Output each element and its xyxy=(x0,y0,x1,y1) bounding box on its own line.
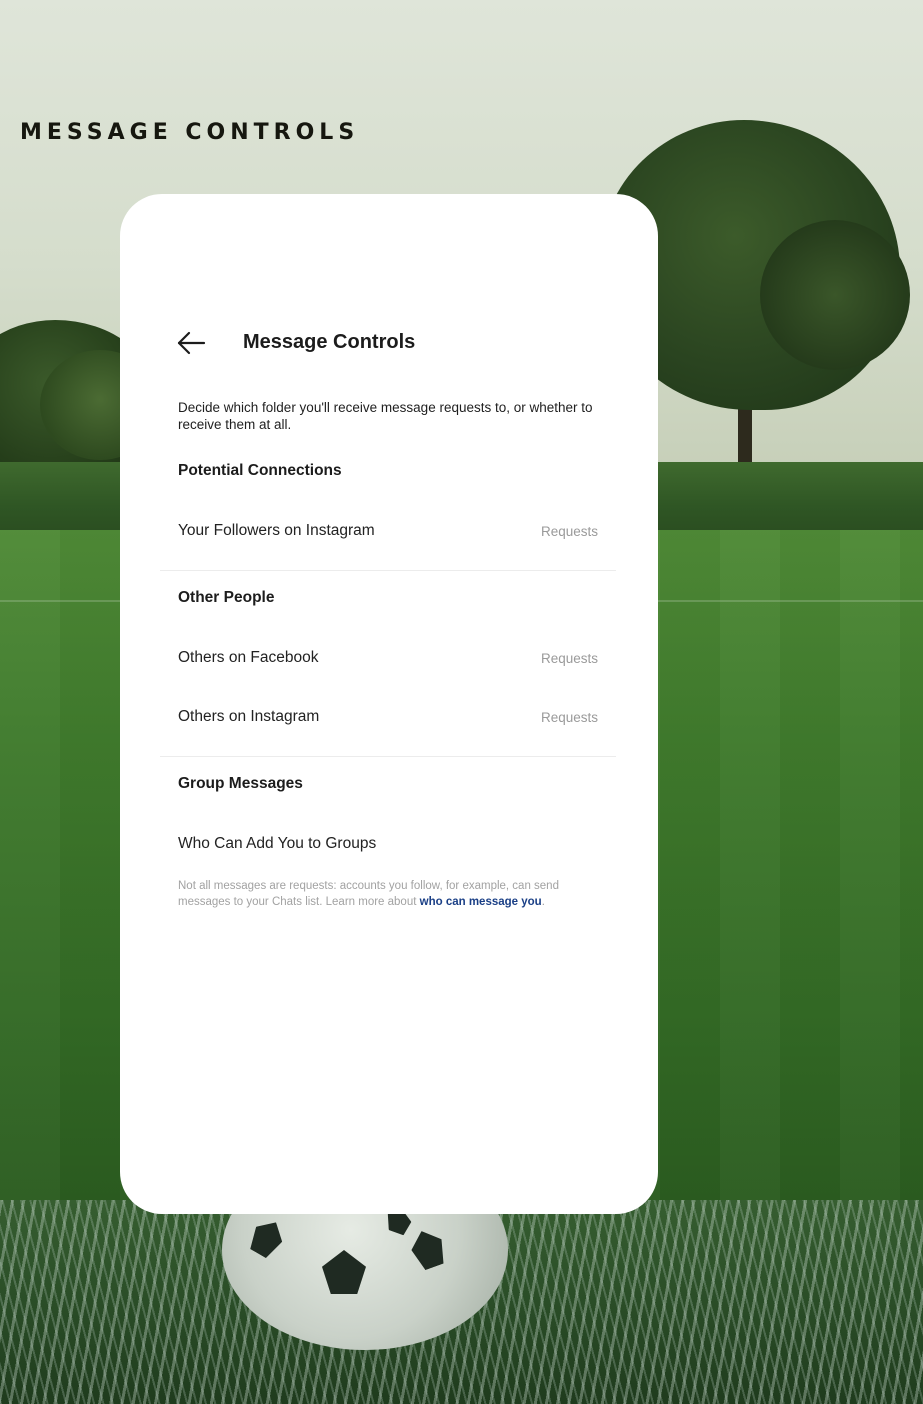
ball-panel xyxy=(406,1226,449,1273)
row-label: Your Followers on Instagram xyxy=(178,522,375,539)
ball-panel xyxy=(245,1215,289,1261)
screen-title: Message Controls xyxy=(243,331,416,353)
screen-description: Decide which folder you'll receive messa… xyxy=(178,400,593,432)
row-others-on-instagram[interactable]: Others on Instagram Requests xyxy=(160,696,616,738)
row-others-on-facebook[interactable]: Others on Facebook Requests xyxy=(160,637,616,679)
row-your-followers-on-instagram[interactable]: Your Followers on Instagram Requests xyxy=(160,510,616,552)
row-value: Requests xyxy=(540,710,598,725)
row-value: Requests xyxy=(540,651,598,666)
row-label: Who Can Add You to Groups xyxy=(178,835,377,852)
divider xyxy=(160,756,616,757)
arrow-left-icon[interactable] xyxy=(176,330,206,356)
phone-screen-card: Message Controls Decide which folder you… xyxy=(120,194,658,1214)
section-title-potential-connections: Potential Connections xyxy=(178,462,342,479)
ball-panel xyxy=(322,1250,366,1294)
section-title-group-messages: Group Messages xyxy=(178,775,303,792)
footnote-end: . xyxy=(541,896,545,908)
row-who-can-add-you-to-groups[interactable]: Who Can Add You to Groups xyxy=(160,823,616,865)
divider xyxy=(160,570,616,571)
row-label: Others on Facebook xyxy=(178,649,319,666)
who-can-message-you-link[interactable]: who can message you xyxy=(420,896,542,908)
tree-right-small xyxy=(760,220,910,370)
section-title-other-people: Other People xyxy=(178,589,275,606)
row-label: Others on Instagram xyxy=(178,708,320,725)
footnote: Not all messages are requests: accounts … xyxy=(178,878,598,910)
row-value: Requests xyxy=(540,524,598,539)
page-heading: MESSAGE CONTROLS xyxy=(20,120,360,145)
screen-header: Message Controls xyxy=(120,320,658,366)
